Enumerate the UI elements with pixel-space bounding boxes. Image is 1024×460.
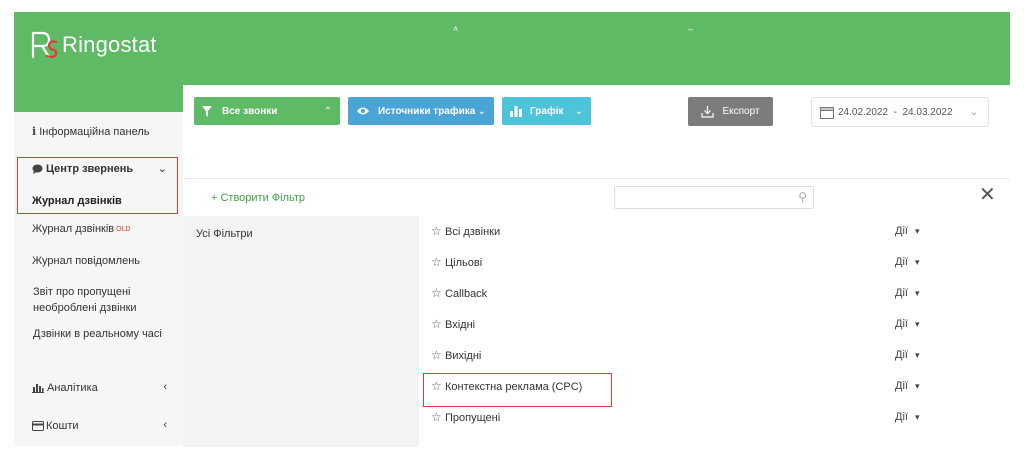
graph-button[interactable]: Графік ⌄	[502, 97, 591, 125]
old-badge: OLD	[116, 225, 131, 233]
filter-list: ☆ Всі дзвінки Дії ▾ ☆ Цільові Дії ▾ ☆ Ca…	[419, 216, 1010, 447]
filter-row[interactable]: ☆ Всі дзвінки Дії ▾	[419, 216, 1010, 247]
filter-icon	[202, 105, 212, 117]
star-icon[interactable]: ☆	[431, 224, 442, 238]
export-label: Експорт	[722, 106, 760, 117]
star-icon[interactable]: ☆	[431, 255, 442, 269]
all-calls-button[interactable]: Все звонки ⌃	[194, 97, 340, 125]
credit-card-icon	[32, 421, 44, 431]
star-icon[interactable]: ☆	[431, 348, 442, 362]
caret-down-icon: ▾	[915, 288, 920, 298]
download-icon	[701, 106, 715, 118]
actions-dropdown[interactable]: Дії ▾	[895, 256, 920, 268]
sidebar-item-label: Дзвінки в реальному часі	[33, 328, 162, 340]
traffic-sources-label: Источники трафика	[378, 105, 476, 117]
all-calls-label: Все звонки	[222, 105, 278, 117]
sidebar-item-call-log-old[interactable]: Журнал дзвінків OLD	[32, 223, 131, 235]
close-icon[interactable]: ✕	[979, 183, 996, 207]
chevron-up-icon: ⌃	[323, 105, 332, 117]
sidebar-item-label: Звіт про пропущені необроблені дзвінки	[33, 286, 137, 314]
date-range-picker[interactable]: 24.02.2022 - 24.03.2022 ⌄	[811, 97, 989, 127]
filter-groups: Усі Фільтри	[183, 216, 419, 447]
date-range-value: 24.02.2022 - 24.03.2022	[838, 106, 953, 118]
actions-label: Дії	[895, 318, 908, 330]
filter-name: Цільові	[445, 257, 483, 269]
graph-label: Графік	[530, 105, 564, 117]
filter-row[interactable]: ☆ Цільові Дії ▾	[419, 247, 1010, 278]
bar-chart-icon	[510, 105, 522, 117]
caret-down-icon: ▾	[915, 257, 920, 267]
bar-chart-icon	[32, 384, 44, 393]
ringostat-logo-icon	[31, 31, 58, 59]
calendar-icon	[820, 106, 834, 119]
star-icon[interactable]: ☆	[431, 286, 442, 300]
star-icon[interactable]: ☆	[431, 410, 442, 424]
actions-dropdown[interactable]: Дії ▾	[895, 318, 920, 330]
actions-label: Дії	[895, 256, 908, 268]
all-filters-item[interactable]: Усі Фільтри	[196, 228, 253, 240]
sidebar-item-label: Журнал дзвінків	[32, 223, 115, 235]
dash-icon: –	[688, 24, 694, 34]
filter-name: Пропущені	[445, 412, 501, 424]
brand-name: Ringostat	[62, 32, 157, 57]
sidebar: Ringostat i Інформаційна панель Центр зв…	[14, 12, 183, 446]
caret-up-icon: ˄	[453, 24, 459, 34]
caret-down-icon: ▾	[915, 412, 920, 422]
caret-down-icon: ▾	[915, 381, 920, 391]
caret-down-icon: ▾	[915, 226, 920, 236]
sidebar-item-dashboard[interactable]: i Інформаційна панель	[32, 125, 149, 138]
sidebar-item-label: Аналітика	[47, 382, 98, 394]
actions-label: Дії	[895, 349, 908, 361]
create-filter-link[interactable]: + Створити Фільтр	[211, 192, 305, 204]
chevron-down-icon: ⌄	[969, 106, 978, 118]
chevron-left-icon[interactable]: ‹	[163, 419, 167, 431]
filter-name: Всі дзвінки	[445, 226, 501, 238]
actions-dropdown[interactable]: Дії ▾	[895, 225, 920, 237]
top-header: ˄ –	[183, 12, 1010, 85]
sidebar-item-analytics[interactable]: Аналітика	[32, 382, 98, 394]
actions-dropdown[interactable]: Дії ▾	[895, 380, 920, 392]
filter-name: Callback	[445, 288, 488, 300]
ringostat-logo[interactable]: Ringostat	[30, 30, 157, 60]
highlight-cpc-filter	[423, 373, 612, 407]
highlight-call-center	[17, 157, 178, 214]
traffic-sources-button[interactable]: Источники трафика ⌄	[348, 97, 494, 125]
sidebar-item-realtime[interactable]: Дзвінки в реальному часі	[33, 326, 163, 342]
logo-area: Ringostat	[14, 12, 183, 112]
chevron-down-icon: ⌄	[574, 105, 583, 117]
filter-search-input[interactable]: ⚲	[614, 186, 814, 209]
actions-label: Дії	[895, 411, 908, 423]
info-icon: i	[32, 125, 37, 138]
sidebar-item-label: Інформаційна панель	[39, 125, 150, 138]
caret-down-icon: ▾	[915, 350, 920, 360]
actions-dropdown[interactable]: Дії ▾	[895, 411, 920, 423]
actions-dropdown[interactable]: Дії ▾	[895, 287, 920, 299]
search-icon: ⚲	[798, 190, 807, 204]
filter-name: Вхідні	[445, 319, 476, 331]
filter-row[interactable]: ☆ Callback Дії ▾	[419, 278, 1010, 309]
filter-name: Вихідні	[445, 350, 482, 362]
caret-down-icon: ▾	[915, 319, 920, 329]
sidebar-item-funds[interactable]: Кошти	[32, 420, 79, 432]
actions-label: Дії	[895, 287, 908, 299]
actions-label: Дії	[895, 225, 908, 237]
sidebar-item-label: Журнал повідомлень	[32, 255, 140, 267]
star-icon[interactable]: ☆	[431, 317, 442, 331]
sidebar-item-label: Кошти	[46, 420, 79, 432]
chevron-down-icon: ⌄	[477, 105, 486, 117]
filter-row[interactable]: ☆ Вхідні Дії ▾	[419, 309, 1010, 340]
sidebar-item-message-log[interactable]: Журнал повідомлень	[32, 255, 140, 267]
sidebar-item-missed-report[interactable]: Звіт про пропущені необроблені дзвінки	[33, 284, 173, 316]
eye-icon	[357, 107, 369, 115]
chevron-left-icon[interactable]: ‹	[163, 381, 167, 393]
actions-dropdown[interactable]: Дії ▾	[895, 349, 920, 361]
export-button[interactable]: Експорт	[688, 97, 773, 126]
actions-label: Дії	[895, 380, 908, 392]
filter-row[interactable]: ☆ Вихідні Дії ▾	[419, 340, 1010, 371]
